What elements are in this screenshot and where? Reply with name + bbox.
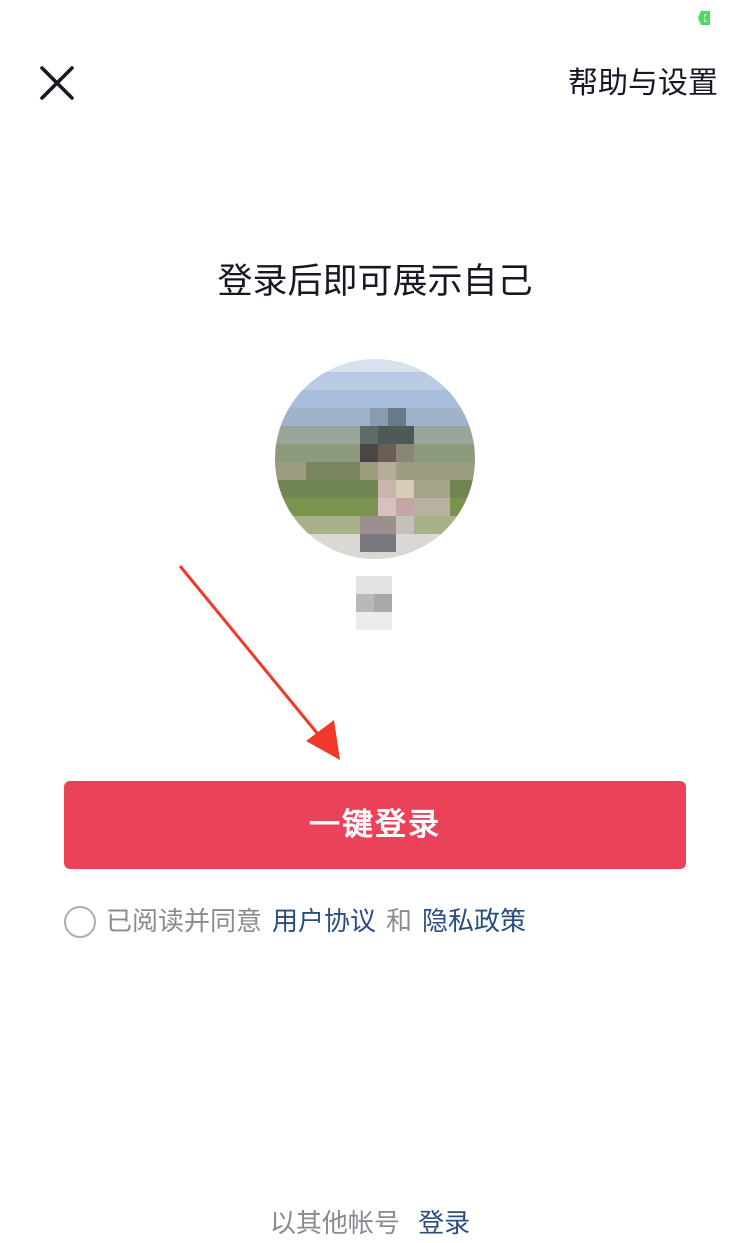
other-account-row: 以其他帐号 登录 bbox=[0, 1206, 750, 1242]
nickname-pixelated bbox=[356, 576, 392, 630]
other-account-text: 以其他帐号 bbox=[269, 1209, 400, 1239]
annotation-arrow-icon bbox=[178, 565, 340, 760]
other-account-login-link[interactable]: 登录 bbox=[418, 1209, 470, 1239]
agree-checkbox[interactable] bbox=[64, 906, 96, 938]
close-icon bbox=[40, 66, 74, 100]
avatar bbox=[275, 359, 475, 559]
close-button[interactable] bbox=[36, 62, 78, 104]
agreement-conjunction: 和 bbox=[386, 907, 413, 937]
user-agreement-link[interactable]: 用户协议 bbox=[272, 902, 376, 942]
battery-icon bbox=[698, 11, 710, 25]
help-settings-link[interactable]: 帮助与设置 bbox=[568, 64, 718, 104]
page-title: 登录后即可展示自己 bbox=[217, 262, 533, 302]
agreement-prefix: 已阅读并同意 bbox=[106, 907, 263, 937]
privacy-policy-link[interactable]: 隐私政策 bbox=[422, 902, 526, 942]
agreement-row: 已阅读并同意 用户协议 和 隐私政策 bbox=[64, 902, 536, 942]
one-tap-login-button[interactable]: 一键登录 bbox=[64, 781, 686, 869]
